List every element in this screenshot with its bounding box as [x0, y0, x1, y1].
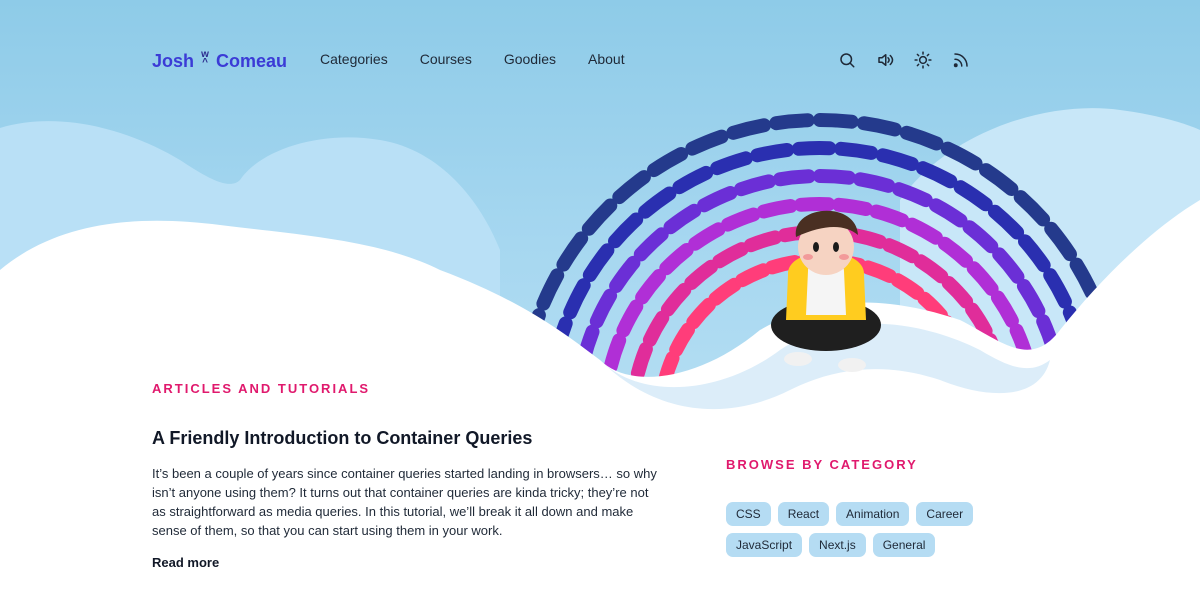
rainbow-dash — [635, 269, 666, 305]
rainbow-dash — [875, 148, 919, 171]
rainbow-dash — [813, 113, 859, 129]
logo-last-name: Comeau — [216, 50, 288, 71]
category-chip-animation[interactable]: Animation — [836, 502, 910, 526]
nav-courses[interactable]: Courses — [420, 51, 472, 67]
rainbow-dash — [603, 333, 627, 374]
rainbow-dash — [630, 342, 653, 381]
rainbow-dash — [813, 168, 856, 185]
category-chip-career[interactable]: Career — [916, 502, 974, 526]
category-chip-javascript[interactable]: JavaScript — [726, 533, 803, 557]
rainbow-dash — [672, 165, 714, 195]
rainbow-dash — [663, 203, 702, 235]
rainbow-dash — [710, 151, 753, 176]
rainbow-dash — [882, 238, 920, 264]
rainbow-dash — [633, 227, 669, 262]
rainbow-dash — [608, 212, 644, 249]
rainbow-dash — [638, 186, 677, 219]
rainbow-dash — [660, 282, 692, 317]
rainbow-dash — [686, 297, 716, 330]
main-nav: Categories Courses Goodies About — [320, 51, 625, 67]
rainbow-dash — [712, 242, 749, 269]
category-chip-nextjs[interactable]: Next.js — [809, 533, 866, 557]
rainbow-dash — [794, 197, 836, 212]
article-title[interactable]: A Friendly Introduction to Container Que… — [152, 428, 532, 449]
rainbow-dash — [563, 278, 591, 320]
rainbow-dash — [899, 125, 944, 151]
rainbow-dash — [769, 113, 815, 131]
article-excerpt: It’s been a couple of years since contai… — [152, 466, 657, 538]
site-header: Josh w ^ Comeau Categories Courses Goodie… — [0, 0, 1200, 120]
rainbow-dash — [869, 204, 910, 228]
category-section-label: Browse by Category — [726, 457, 918, 472]
rss-icon[interactable] — [952, 50, 970, 70]
category-chip-react[interactable]: React — [777, 502, 830, 526]
rainbow-dash — [581, 198, 618, 236]
rainbow-dash — [688, 222, 726, 251]
rainbow-dash — [536, 268, 565, 311]
rainbow-dash — [556, 231, 589, 272]
nav-about[interactable]: About — [588, 51, 625, 67]
rainbow-dash — [791, 141, 837, 156]
rainbow-dash — [616, 299, 644, 338]
nav-goodies[interactable]: Goodies — [504, 51, 556, 67]
header-actions — [838, 50, 970, 70]
rainbow-dash — [853, 172, 896, 193]
rainbow-dash — [708, 277, 742, 306]
logo-first-name: Josh — [152, 50, 195, 71]
rainbow-dash — [750, 143, 795, 163]
read-more-link[interactable]: Read more — [152, 555, 219, 570]
rainbow-dash — [669, 322, 695, 357]
sun-icon[interactable] — [914, 50, 932, 70]
rainbow-dash — [609, 255, 641, 293]
sound-icon[interactable] — [876, 50, 894, 70]
search-icon[interactable] — [838, 50, 856, 70]
rainbow-dash — [834, 141, 879, 160]
rainbow-dash — [685, 129, 729, 156]
rainbow-dash — [659, 243, 694, 276]
rainbow-dash — [734, 174, 776, 197]
rainbow-dash — [848, 228, 887, 249]
rainbow-dash — [743, 230, 783, 253]
rainbow-dash — [684, 259, 718, 290]
rainbow-dash — [721, 207, 761, 232]
logo-decoration-icon: w ^ — [201, 49, 209, 68]
rainbow-dash — [726, 118, 771, 140]
rainbow-dash — [832, 197, 873, 216]
articles-section-label: Articles and Tutorials — [152, 381, 371, 396]
rainbow-dash — [642, 310, 670, 347]
rainbow-dash — [735, 263, 771, 288]
category-chip-css[interactable]: CSS — [726, 502, 771, 526]
site-logo[interactable]: Josh w ^ Comeau — [152, 46, 287, 76]
rainbow-dash — [589, 288, 618, 329]
rainbow-dash — [756, 199, 798, 219]
rainbow-dash — [861, 260, 897, 283]
rainbow-dash — [856, 116, 902, 137]
rainbow-dash — [612, 170, 651, 205]
rainbow-dash — [582, 243, 615, 283]
category-chip-general[interactable]: General — [872, 533, 936, 557]
rainbow-dash — [647, 147, 689, 178]
nav-categories[interactable]: Categories — [320, 51, 388, 67]
rainbow-dash — [772, 169, 816, 187]
category-list: CSS React Animation Career JavaScript Ne… — [726, 502, 986, 557]
rainbow-dash — [697, 186, 738, 213]
